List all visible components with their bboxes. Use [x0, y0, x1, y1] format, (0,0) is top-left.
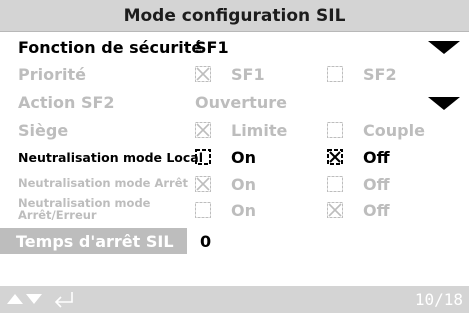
arret-label: Neutralisation mode Arrêt [18, 176, 189, 190]
row-siege: Siège Limite Couple [0, 119, 469, 141]
fonction-value[interactable]: SF1 [195, 38, 229, 57]
arret-erreur-label-line2: Arrêt/Erreur [18, 208, 97, 222]
siege-option-limite: Limite [231, 121, 288, 140]
checkbox-unchecked-icon [327, 176, 343, 192]
checkbox-unchecked-icon [327, 122, 343, 138]
temps-label: Temps d'arrêt SIL [16, 232, 174, 251]
fonction-label: Fonction de sécurité [18, 38, 203, 57]
priorite-label: Priorité [18, 65, 86, 84]
arret-erreur-option-off: Off [363, 201, 390, 220]
checkbox-unchecked-icon [195, 202, 211, 218]
down-arrow-icon[interactable] [26, 294, 42, 304]
local-option-off[interactable]: Off [363, 148, 390, 167]
siege-label: Siège [18, 121, 69, 140]
arret-option-on: On [231, 175, 256, 194]
action-label: Action SF2 [18, 93, 115, 112]
row-neutralisation-local[interactable]: Neutralisation mode Local On Off [0, 146, 469, 168]
up-arrow-icon[interactable] [7, 294, 23, 304]
row-action-sf2: Action SF2 Ouverture [0, 91, 469, 113]
checkbox-checked-icon[interactable] [327, 149, 343, 165]
arret-erreur-option-on: On [231, 201, 256, 220]
temps-value[interactable]: 0 [200, 232, 211, 251]
enter-icon[interactable] [52, 289, 76, 313]
dropdown-arrow-icon[interactable] [428, 97, 460, 110]
arret-option-off: Off [363, 175, 390, 194]
row-neutralisation-arret-erreur: Neutralisation mode Arrêt/Erreur On Off [0, 196, 469, 224]
priorite-option-sf1: SF1 [231, 65, 265, 84]
page-title: Mode configuration SIL [0, 0, 469, 32]
checkbox-checked-icon [327, 202, 343, 218]
footer-bar: 10/18 [0, 286, 469, 313]
page-indicator: 10/18 [414, 290, 463, 309]
checkbox-unchecked-icon[interactable] [195, 149, 211, 165]
row-priorite: Priorité SF1 SF2 [0, 63, 469, 85]
row-fonction-securite[interactable]: Fonction de sécurité SF1 [0, 36, 469, 58]
priorite-option-sf2: SF2 [363, 65, 397, 84]
row-neutralisation-arret: Neutralisation mode Arrêt On Off [0, 173, 469, 195]
local-label: Neutralisation mode Local [18, 150, 204, 165]
checkbox-checked-icon [195, 66, 211, 82]
dropdown-arrow-icon[interactable] [428, 41, 460, 54]
action-value: Ouverture [195, 93, 287, 112]
checkbox-checked-icon [195, 176, 211, 192]
checkbox-checked-icon [195, 122, 211, 138]
checkbox-unchecked-icon [327, 66, 343, 82]
local-option-on[interactable]: On [231, 148, 256, 167]
temps-arret-field[interactable]: Temps d'arrêt SIL [0, 228, 187, 254]
siege-option-couple: Couple [363, 121, 425, 140]
